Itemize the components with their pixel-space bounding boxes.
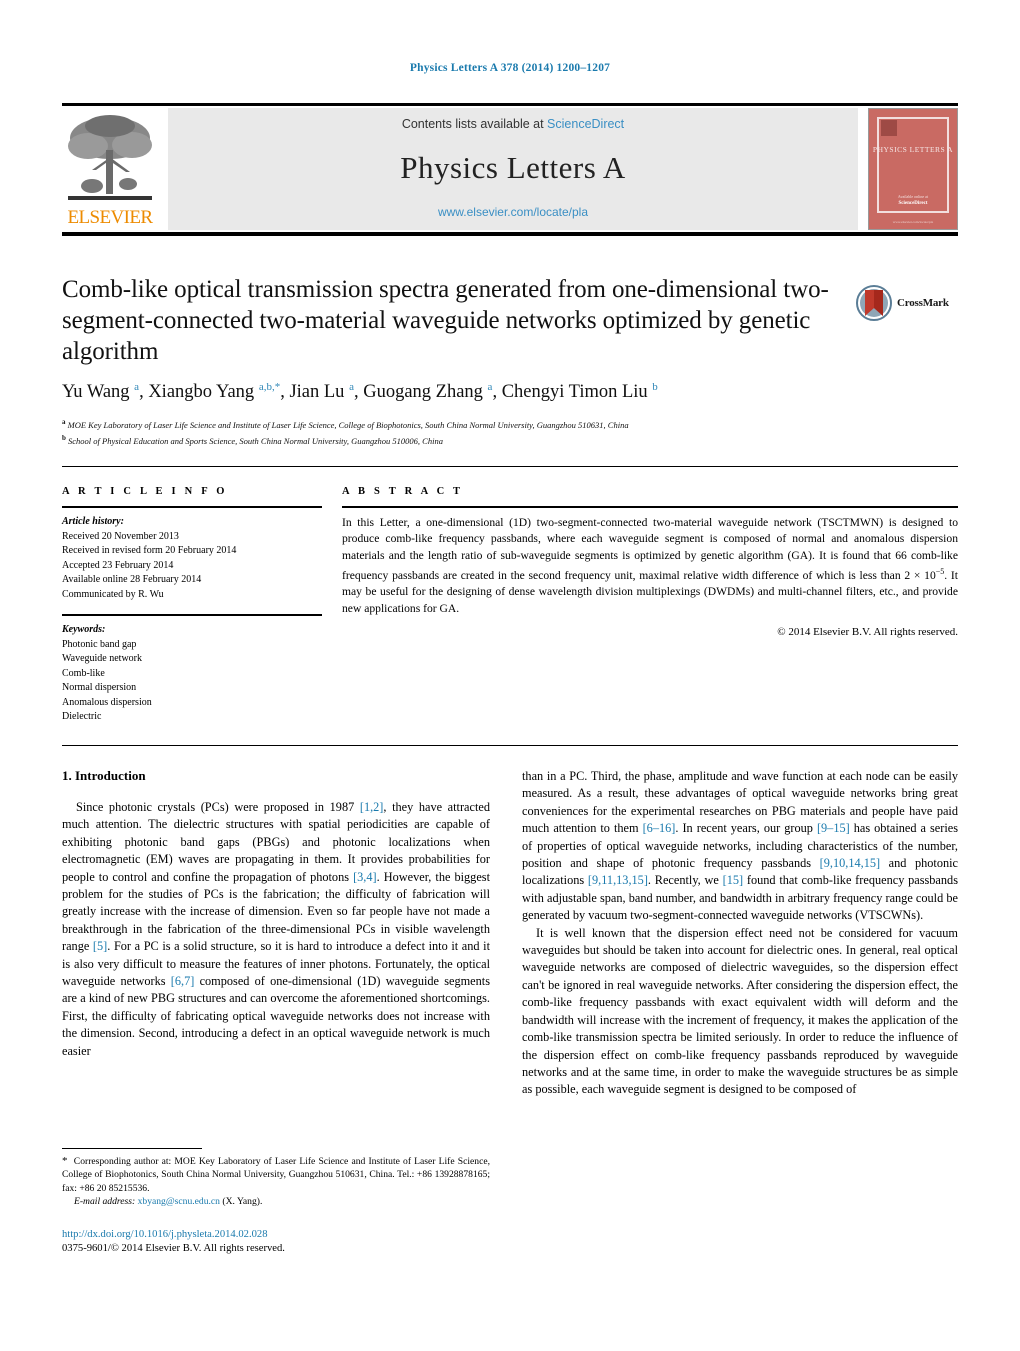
masthead-top-rule: [62, 103, 958, 106]
abstract-column: A B S T R A C T In this Letter, a one-di…: [342, 486, 958, 638]
footnote-rule: [62, 1148, 202, 1149]
keywords-rule: [62, 614, 322, 616]
doi-link[interactable]: http://dx.doi.org/10.1016/j.physleta.201…: [62, 1228, 502, 1242]
keywords-label: Keywords:: [62, 624, 106, 635]
cover-publisher-logo-icon: [881, 120, 897, 136]
article-info-rule: [62, 506, 322, 508]
corresponding-author-footnote: * Corresponding author at: MOE Key Labor…: [62, 1148, 490, 1209]
body-column-right: than in a PC. Third, the phase, amplitud…: [522, 768, 958, 1099]
author-list: Yu Wang a, Xiangbo Yang a,b,*, Jian Lu a…: [62, 381, 658, 403]
elsevier-tree-icon: [68, 115, 152, 200]
history-item: Received 20 November 2013: [62, 530, 179, 542]
section-heading-introduction: 1. Introduction: [62, 768, 146, 783]
issn-copyright-line: 0375-9601/© 2014 Elsevier B.V. All right…: [62, 1243, 285, 1254]
cover-title: PHYSICS LETTERS A: [872, 145, 954, 154]
email-address-label: E-mail address:: [74, 1196, 136, 1208]
history-item: Communicated by R. Wu: [62, 588, 164, 600]
body-paragraph: Since photonic crystals (PCs) were propo…: [62, 800, 490, 1058]
abstract-text: In this Letter, a one-dimensional (1D) t…: [342, 516, 958, 615]
keyword-item: Anomalous dispersion: [62, 696, 152, 708]
paper-title: Comb-like optical transmission spectra g…: [62, 276, 829, 365]
body-separator-rule: [62, 745, 958, 746]
elsevier-wordmark: ELSEVIER: [67, 207, 154, 228]
article-history-label: Article history:: [62, 516, 124, 527]
email-link[interactable]: xbyang@scnu.edu.cn: [138, 1196, 220, 1207]
keyword-item: Normal dispersion: [62, 682, 137, 693]
body-paragraph: It is well known that the dispersion eff…: [522, 925, 958, 1097]
cover-footer-url: www.elsevier.com/locate/pla: [892, 220, 934, 224]
article-info-column: A R T I C L E I N F O Article history: R…: [62, 486, 322, 725]
keyword-item: Dielectric: [62, 711, 102, 722]
keyword-item: Waveguide network: [62, 653, 142, 664]
title-block: Comb-like optical transmission spectra g…: [62, 274, 852, 367]
journal-title: Physics Letters A: [400, 150, 626, 185]
keywords-block: Keywords: Photonic band gap Waveguide ne…: [62, 623, 322, 725]
running-head: Physics Letters A 378 (2014) 1200–1207: [409, 62, 611, 74]
footnote-email-line: E-mail address: xbyang@scnu.edu.cn (X. Y…: [62, 1195, 490, 1208]
crossmark-label: CrossMark: [897, 297, 949, 309]
cover-footer-sciencedirect: ScienceDirect: [898, 201, 928, 206]
affiliation-list: a MOE Key Laboratory of Laser Life Scien…: [62, 416, 942, 448]
history-item: Received in revised form 20 February 201…: [62, 545, 237, 556]
doi-block: http://dx.doi.org/10.1016/j.physleta.201…: [62, 1228, 502, 1256]
abstract-heading: A B S T R A C T: [342, 486, 464, 497]
paper-page: Physics Letters A 378 (2014) 1200–1207 E…: [0, 0, 1020, 1351]
journal-masthead: ELSEVIER Contents lists available at Sci…: [62, 103, 958, 236]
keyword-item: Comb-like: [62, 667, 105, 679]
masthead-bottom-rule: [62, 232, 958, 236]
affiliation-a: a MOE Key Laboratory of Laser Life Scien…: [62, 416, 942, 432]
masthead-center-panel: Contents lists available at ScienceDirec…: [168, 108, 858, 230]
abstract-copyright: © 2014 Elsevier B.V. All rights reserved…: [777, 626, 958, 639]
cover-footer-available: Available online at: [897, 194, 929, 199]
journal-cover-thumbnail: PHYSICS LETTERS A Available online at Sc…: [868, 108, 958, 230]
body-column-left: 1. Introduction Since photonic crystals …: [62, 768, 490, 1060]
elsevier-logo: ELSEVIER: [62, 108, 158, 230]
article-history-block: Article history: Received 20 November 20…: [62, 515, 322, 602]
contents-available-line: Contents lists available at ScienceDirec…: [402, 117, 624, 131]
abstract-rule: [342, 506, 958, 508]
affiliation-text-b: School of Physical Education and Sports …: [68, 435, 443, 446]
crossmark-badge[interactable]: CrossMark: [856, 283, 960, 323]
keyword-item: Photonic band gap: [62, 638, 137, 650]
article-info-heading: A R T I C L E I N F O: [62, 486, 228, 497]
header-separator-rule: [62, 466, 958, 467]
history-item: Accepted 23 February 2014: [62, 559, 174, 571]
affiliation-text-a: MOE Key Laboratory of Laser Life Science…: [67, 419, 629, 430]
footnote-corresponding-text: * Corresponding author at: MOE Key Labor…: [62, 1155, 490, 1194]
affiliation-marker-b: b: [62, 433, 66, 442]
journal-url-link[interactable]: www.elsevier.com/locate/pla: [438, 205, 588, 219]
affiliation-marker-a: a: [62, 418, 66, 426]
crossmark-icon: [856, 285, 892, 321]
email-owner: (X. Yang).: [222, 1196, 263, 1208]
contents-prefix: Contents lists available at: [401, 117, 548, 131]
sciencedirect-link[interactable]: ScienceDirect: [547, 117, 624, 131]
body-paragraph: than in a PC. Third, the phase, amplitud…: [522, 769, 959, 923]
history-item: Available online 28 February 2014: [62, 574, 202, 585]
affiliation-b: b School of Physical Education and Sport…: [62, 432, 942, 448]
